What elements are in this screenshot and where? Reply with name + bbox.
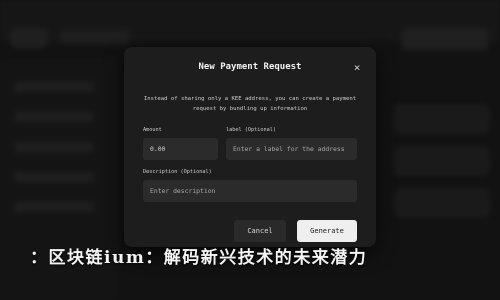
cancel-button[interactable]: Cancel [234, 220, 286, 242]
background-sidebar-item [14, 202, 94, 212]
payment-request-dialog: New Payment Request × Instead of sharing… [124, 47, 376, 247]
label-field-label: label (Optional) [226, 127, 276, 133]
amount-input[interactable]: 0.00 [143, 138, 218, 160]
background-sidebar-item [14, 82, 94, 92]
background-sidebar-item [14, 172, 94, 182]
close-icon[interactable]: × [350, 60, 364, 74]
label-input[interactable]: Enter a label for the address [226, 138, 357, 160]
background-top-button [402, 28, 488, 50]
overlay-headline: ：区块链ium：解码新兴技术的未来潜力 [30, 248, 368, 268]
background-card [394, 104, 490, 134]
background-card [394, 146, 490, 176]
dialog-description: Instead of sharing only a KEE address, y… [143, 96, 357, 112]
background-card [394, 188, 490, 218]
amount-label: Amount [143, 127, 162, 133]
description-input[interactable]: Enter description [143, 180, 357, 202]
background-sidebar-item [14, 142, 94, 152]
background-sidebar-item [14, 112, 94, 122]
background-title [60, 30, 130, 44]
description-field-label: Description (Optional) [143, 169, 212, 175]
dialog-title: New Payment Request [198, 62, 302, 72]
background-logo [10, 28, 48, 48]
generate-button[interactable]: Generate [297, 220, 357, 242]
